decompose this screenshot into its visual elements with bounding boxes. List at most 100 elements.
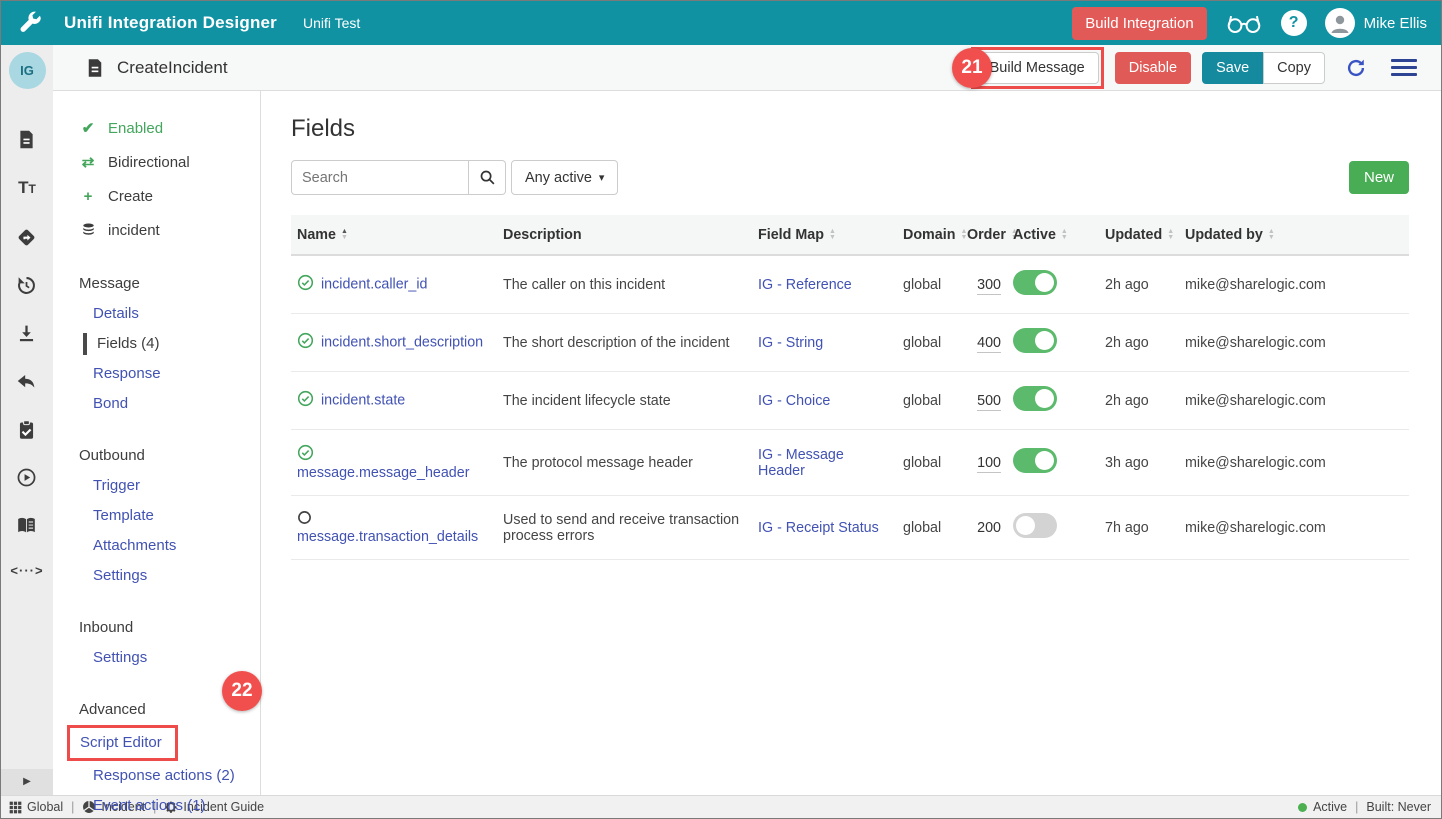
active-filter-dropdown[interactable]: Any active ▾: [511, 160, 618, 195]
column-header-updated-by[interactable]: Updated by▲▼: [1179, 215, 1409, 255]
statusbar-domain[interactable]: Global: [9, 800, 63, 814]
active-status-label: Active: [1313, 800, 1347, 814]
user-name: Mike Ellis: [1364, 15, 1427, 32]
rail-collapse-button[interactable]: ▶: [1, 769, 53, 795]
field-description: The caller on this incident: [497, 255, 752, 314]
sidebar-item-enabled[interactable]: ✔ Enabled: [79, 111, 260, 145]
sidebar-item-inbound-settings[interactable]: Settings: [93, 643, 260, 673]
column-header-name[interactable]: Name▲▼: [291, 215, 497, 255]
build-message-button[interactable]: Build Message: [976, 52, 1099, 84]
field-name-link[interactable]: message.transaction_details: [297, 529, 478, 545]
refresh-icon[interactable]: [1345, 57, 1367, 79]
table-row: incident.state The incident lifecycle st…: [291, 372, 1409, 430]
sidebar-item-label: incident: [108, 222, 160, 239]
build-integration-button[interactable]: Build Integration: [1072, 7, 1206, 40]
field-map-link[interactable]: IG - Receipt Status: [758, 520, 879, 536]
code-icon[interactable]: <···>: [10, 563, 43, 578]
sidebar-item-template[interactable]: Template: [93, 501, 260, 531]
active-toggle[interactable]: [1013, 448, 1057, 473]
annotation-step-21: 21: [952, 48, 992, 88]
field-domain: global: [897, 314, 961, 372]
field-map-link[interactable]: IG - String: [758, 335, 823, 351]
fields-panel: Fields Any active ▾ New: [261, 91, 1441, 795]
disable-button[interactable]: Disable: [1115, 52, 1191, 84]
document-icon[interactable]: [16, 129, 37, 150]
sidebar-item-trigger[interactable]: Trigger: [93, 471, 260, 501]
save-button[interactable]: Save: [1202, 52, 1263, 84]
text-style-icon[interactable]: TT: [18, 177, 36, 200]
help-icon[interactable]: ?: [1281, 10, 1307, 36]
published-status-icon: [297, 390, 314, 411]
sidebar-item-attachments[interactable]: Attachments: [93, 531, 260, 561]
field-map-link[interactable]: IG - Choice: [758, 393, 830, 409]
preview-glasses-icon[interactable]: [1225, 11, 1263, 35]
column-header-active[interactable]: Active▲▼: [1007, 215, 1099, 255]
annotation-box-22: Script Editor: [67, 725, 178, 761]
bidirectional-arrows-icon: ⇄: [79, 153, 97, 171]
integration-avatar[interactable]: IG: [9, 52, 46, 89]
active-status-dot: [1298, 803, 1307, 812]
table-header-row: Name▲▼ Description Field Map▲▼ Domain▲▼ …: [291, 215, 1409, 255]
table-row: incident.caller_id The caller on this in…: [291, 255, 1409, 314]
sidebar-item-incident[interactable]: incident: [79, 213, 260, 247]
user-menu[interactable]: Mike Ellis: [1325, 8, 1427, 38]
field-name-link[interactable]: incident.caller_id: [321, 276, 428, 292]
sort-icon: ▲▼: [1167, 229, 1174, 241]
order-value[interactable]: 400: [977, 335, 1001, 353]
field-map-link[interactable]: IG - Message Header: [758, 447, 844, 479]
copy-button[interactable]: Copy: [1263, 52, 1325, 84]
documentation-book-icon[interactable]: [16, 515, 37, 536]
sidebar-item-response-actions[interactable]: Response actions (2): [93, 761, 260, 791]
panel-heading: Fields: [291, 115, 1409, 143]
download-icon[interactable]: [16, 323, 37, 344]
order-value[interactable]: 300: [977, 277, 1001, 295]
table-row: message.transaction_details Used to send…: [291, 496, 1409, 560]
sidebar-item-event-actions[interactable]: Event actions (1): [93, 791, 260, 819]
field-description: The incident lifecycle state: [497, 372, 752, 430]
field-description: Used to send and receive transaction pro…: [497, 496, 752, 560]
annotation-step-22: 22: [222, 671, 262, 711]
table-row: incident.short_description The short des…: [291, 314, 1409, 372]
field-name-link[interactable]: incident.short_description: [321, 334, 483, 350]
active-toggle[interactable]: [1013, 386, 1057, 411]
field-updated: 3h ago: [1099, 430, 1179, 496]
column-header-order[interactable]: Order▲▼: [961, 215, 1007, 255]
sidebar-item-response[interactable]: Response: [93, 359, 260, 389]
active-toggle[interactable]: [1013, 270, 1057, 295]
field-updated: 2h ago: [1099, 314, 1179, 372]
search-input[interactable]: [291, 160, 469, 195]
field-map-link[interactable]: IG - Reference: [758, 277, 852, 293]
search-button[interactable]: [469, 160, 506, 195]
field-updated: 2h ago: [1099, 255, 1179, 314]
field-name-link[interactable]: message.message_header: [297, 465, 469, 481]
grid-icon: [9, 801, 22, 814]
field-name-link[interactable]: incident.state: [321, 392, 405, 408]
clipboard-check-icon[interactable]: [16, 419, 37, 440]
column-header-updated[interactable]: Updated▲▼: [1099, 215, 1179, 255]
menu-icon[interactable]: [1391, 55, 1417, 80]
field-domain: global: [897, 430, 961, 496]
sidebar-item-fields[interactable]: Fields (4): [87, 329, 260, 359]
column-header-field-map[interactable]: Field Map▲▼: [752, 215, 897, 255]
new-field-button[interactable]: New: [1349, 161, 1409, 194]
sidebar-item-bond[interactable]: Bond: [93, 389, 260, 419]
field-updated-by: mike@sharelogic.com: [1179, 372, 1409, 430]
active-toggle[interactable]: [1013, 328, 1057, 353]
play-circle-icon[interactable]: [16, 467, 37, 488]
sidebar-item-script-editor[interactable]: Script Editor: [80, 728, 162, 758]
column-header-domain[interactable]: Domain▲▼: [897, 215, 961, 255]
order-value[interactable]: 500: [977, 393, 1001, 411]
field-updated-by: mike@sharelogic.com: [1179, 430, 1409, 496]
active-toggle[interactable]: [1013, 513, 1057, 538]
field-updated-by: mike@sharelogic.com: [1179, 255, 1409, 314]
sidebar-item-bidirectional[interactable]: ⇄ Bidirectional: [79, 145, 260, 179]
order-value[interactable]: 200: [977, 520, 1001, 536]
order-value[interactable]: 100: [977, 455, 1001, 473]
sidebar-item-create[interactable]: + Create: [79, 179, 260, 213]
history-icon[interactable]: [16, 275, 37, 296]
sidebar-item-outbound-settings[interactable]: Settings: [93, 561, 260, 591]
directions-icon[interactable]: [16, 227, 37, 248]
column-header-description[interactable]: Description: [497, 215, 752, 255]
sidebar-item-details[interactable]: Details: [93, 299, 260, 329]
reply-icon[interactable]: [16, 371, 37, 392]
